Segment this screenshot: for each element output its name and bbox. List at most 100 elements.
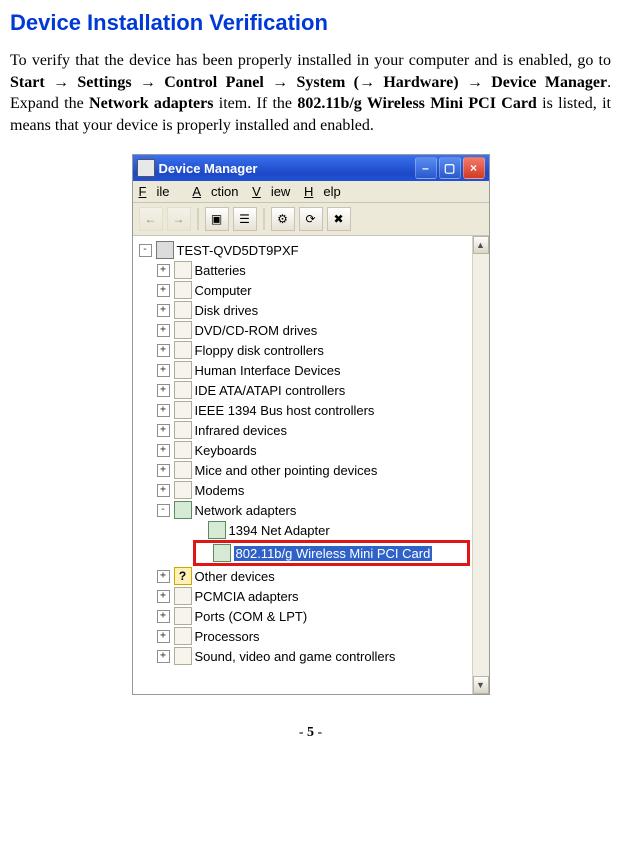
- expand-icon[interactable]: +: [157, 364, 170, 377]
- toolbar-button[interactable]: ⟳: [299, 207, 323, 231]
- bold-network-adapters: Network adapters: [89, 95, 213, 112]
- scroll-up-icon[interactable]: ▲: [473, 236, 489, 254]
- tree-panel: - TEST-QVD5DT9PXF +Batteries+Computer+Di…: [133, 236, 489, 694]
- expand-icon[interactable]: +: [157, 590, 170, 603]
- device-icon: [174, 261, 192, 279]
- menu-action[interactable]: Action: [192, 184, 238, 199]
- tree-node[interactable]: + Processors: [139, 626, 470, 646]
- path-start: Start: [10, 74, 53, 91]
- expand-icon[interactable]: [198, 548, 209, 559]
- tree-label: 1394 Net Adapter: [229, 523, 330, 538]
- expand-icon[interactable]: [193, 525, 204, 536]
- expand-icon[interactable]: +: [157, 304, 170, 317]
- tree-node[interactable]: +Infrared devices: [139, 420, 470, 440]
- app-icon: [137, 159, 155, 177]
- expand-icon[interactable]: +: [157, 464, 170, 477]
- expand-icon[interactable]: +: [157, 384, 170, 397]
- expand-icon[interactable]: +: [157, 264, 170, 277]
- arrow-icon: →: [467, 74, 483, 91]
- scroll-down-icon[interactable]: ▼: [473, 676, 489, 694]
- tree-node[interactable]: +?Other devices: [139, 566, 470, 586]
- tree-node[interactable]: 802.11b/g Wireless Mini PCI Card: [198, 543, 465, 563]
- menubar: File Action View Help: [133, 181, 489, 203]
- scrollbar[interactable]: ▲ ▼: [472, 236, 489, 694]
- arrow-icon: →: [53, 74, 69, 91]
- expand-icon[interactable]: +: [157, 324, 170, 337]
- tree-node[interactable]: +Sound, video and game controllers: [139, 646, 470, 666]
- tree-node[interactable]: + Computer: [139, 280, 470, 300]
- dev-icon: [174, 627, 192, 645]
- device-icon: [174, 281, 192, 299]
- tree-node[interactable]: - Network adapters: [139, 500, 470, 520]
- tree-node[interactable]: + PCMCIA adapters: [139, 586, 470, 606]
- tree-label: Ports (COM & LPT): [195, 609, 308, 624]
- tree-node[interactable]: + Keyboards: [139, 440, 470, 460]
- tree-label: Computer: [195, 283, 252, 298]
- device-icon: [174, 401, 192, 419]
- path-control-panel: Control Panel: [164, 74, 272, 91]
- tree-node[interactable]: +Human Interface Devices: [139, 360, 470, 380]
- expand-icon[interactable]: +: [157, 284, 170, 297]
- section-heading: Device Installation Verification: [10, 10, 611, 36]
- device-tree[interactable]: - TEST-QVD5DT9PXF +Batteries+Computer+Di…: [133, 236, 472, 694]
- tree-node[interactable]: + Mice and other pointing devices: [139, 460, 470, 480]
- collapse-icon[interactable]: -: [139, 244, 152, 257]
- computer-icon: [156, 241, 174, 259]
- toolbar-button[interactable]: ✖: [327, 207, 351, 231]
- tree-node[interactable]: + IDE ATA/ATAPI controllers: [139, 380, 470, 400]
- menu-view[interactable]: View: [252, 184, 290, 199]
- tree-node[interactable]: +DVD/CD-ROM drives: [139, 320, 470, 340]
- collapse-icon[interactable]: -: [157, 504, 170, 517]
- tree-label: Processors: [195, 629, 260, 644]
- toolbar-button[interactable]: ⚙: [271, 207, 295, 231]
- expand-icon[interactable]: +: [157, 650, 170, 663]
- minimize-button[interactable]: –: [415, 157, 437, 179]
- tree-node[interactable]: +Disk drives: [139, 300, 470, 320]
- expand-icon[interactable]: +: [157, 610, 170, 623]
- tree-root-node[interactable]: - TEST-QVD5DT9PXF: [137, 240, 470, 260]
- device-icon: [174, 381, 192, 399]
- device-icon: [174, 321, 192, 339]
- expand-icon[interactable]: +: [157, 404, 170, 417]
- path-device-manager: Device Manager: [491, 74, 607, 91]
- tree-node[interactable]: + Modems: [139, 480, 470, 500]
- expand-icon[interactable]: +: [157, 570, 170, 583]
- toolbar-button[interactable]: ▣: [205, 207, 229, 231]
- toolbar-button[interactable]: ☰: [233, 207, 257, 231]
- expand-icon[interactable]: +: [157, 344, 170, 357]
- close-button[interactable]: ×: [463, 157, 485, 179]
- dev-icon: [174, 647, 192, 665]
- menu-file[interactable]: File: [139, 184, 180, 199]
- tree-label: Modems: [195, 483, 245, 498]
- tree-node[interactable]: + Ports (COM & LPT): [139, 606, 470, 626]
- tree-label: Mice and other pointing devices: [195, 463, 378, 478]
- tree-label: 802.11b/g Wireless Mini PCI Card: [234, 546, 433, 561]
- tree-node[interactable]: + IEEE 1394 Bus host controllers: [139, 400, 470, 420]
- titlebar[interactable]: Device Manager – ▢ ×: [133, 155, 489, 181]
- device-icon: [174, 341, 192, 359]
- text: item. If the: [213, 95, 297, 112]
- expand-icon[interactable]: +: [157, 630, 170, 643]
- menu-help[interactable]: Help: [304, 184, 341, 199]
- net-icon: [174, 501, 192, 519]
- tree-label: IEEE 1394 Bus host controllers: [195, 403, 375, 418]
- bold-card-name: 802.11b/g Wireless Mini PCI Card: [297, 95, 537, 112]
- maximize-button[interactable]: ▢: [439, 157, 461, 179]
- expand-icon[interactable]: +: [157, 444, 170, 457]
- instruction-paragraph: To verify that the device has been prope…: [10, 50, 611, 136]
- separator: [263, 208, 265, 230]
- tree-node[interactable]: 1394 Net Adapter: [175, 520, 470, 540]
- tree-label: PCMCIA adapters: [195, 589, 299, 604]
- device-icon: [174, 441, 192, 459]
- page-number: - 5 -: [10, 725, 611, 741]
- q-icon: ?: [174, 567, 192, 585]
- tree-label: Keyboards: [195, 443, 257, 458]
- tree-node[interactable]: +Batteries: [139, 260, 470, 280]
- net-icon: [208, 521, 226, 539]
- expand-icon[interactable]: +: [157, 484, 170, 497]
- scroll-track[interactable]: [473, 254, 489, 676]
- tree-label: Network adapters: [195, 503, 297, 518]
- expand-icon[interactable]: +: [157, 424, 170, 437]
- tree-node[interactable]: +Floppy disk controllers: [139, 340, 470, 360]
- tree-label: IDE ATA/ATAPI controllers: [195, 383, 346, 398]
